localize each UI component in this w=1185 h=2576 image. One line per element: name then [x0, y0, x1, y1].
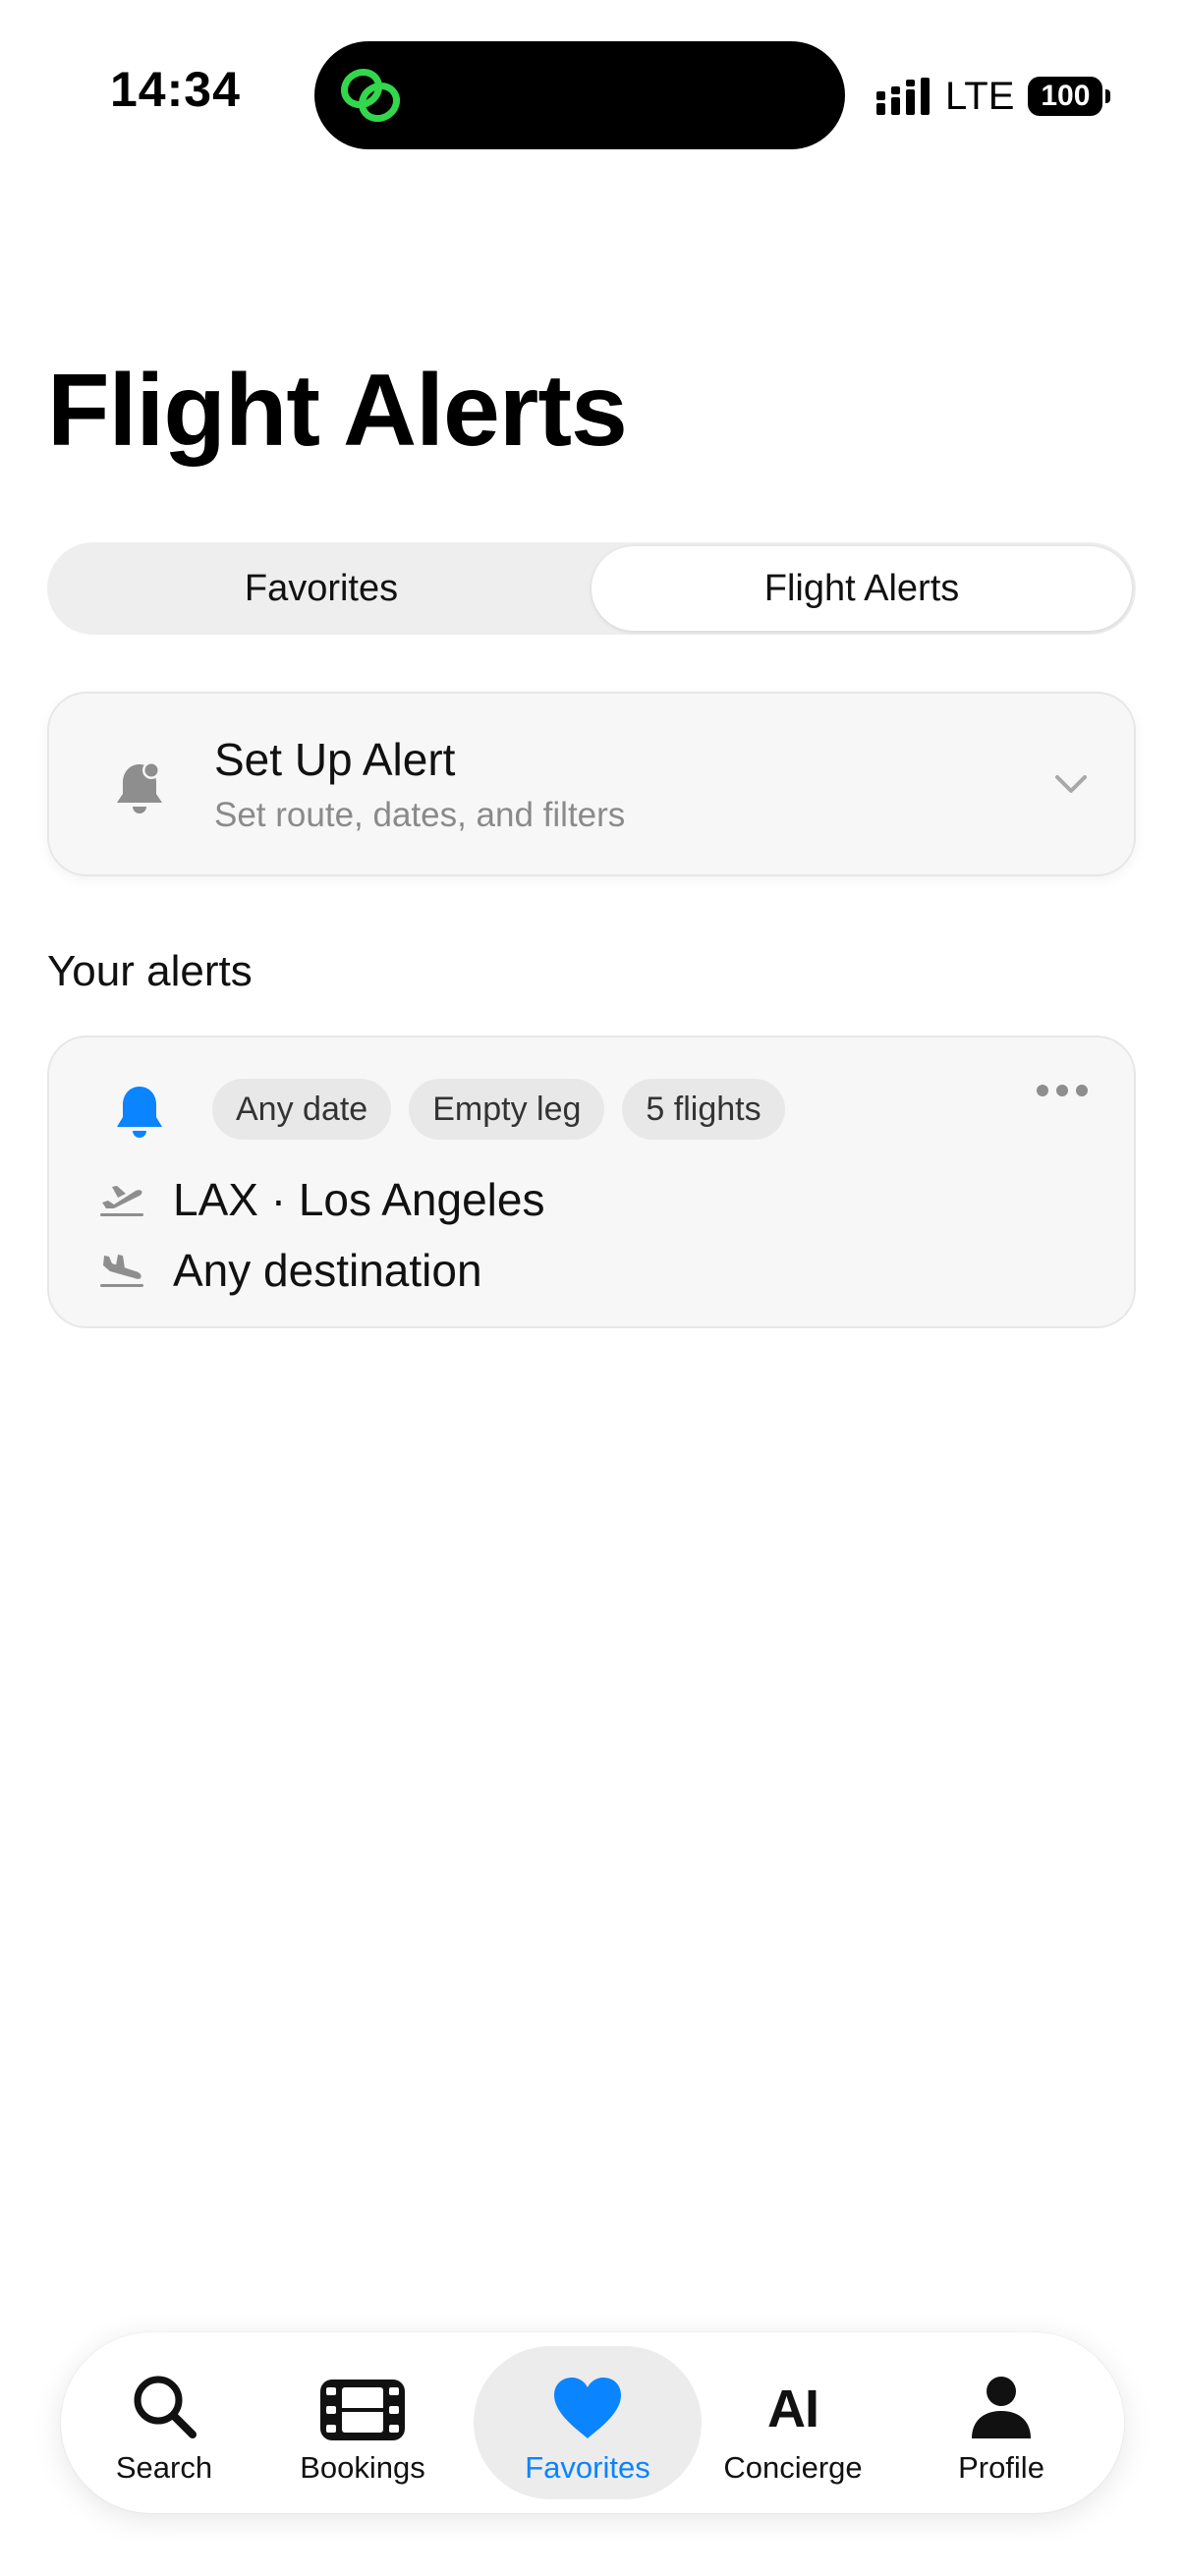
bell-icon — [117, 1087, 162, 1138]
setup-alert-subtitle: Set route, dates, and filters — [214, 796, 626, 834]
alert-card[interactable]: Any date Empty leg 5 flights LAX · Los A… — [47, 1036, 1136, 1328]
chevron-down-icon[interactable] — [1053, 772, 1089, 796]
tab-search[interactable]: Search — [81, 2346, 248, 2499]
search-icon — [134, 2376, 197, 2438]
tab-bookings-label: Bookings — [300, 2450, 425, 2485]
takeoff-icon — [100, 1186, 143, 1216]
person-icon — [972, 2377, 1031, 2438]
route-origin: LAX · Los Angeles — [98, 1173, 544, 1226]
origin-text: LAX · Los Angeles — [173, 1174, 545, 1225]
tab-bookings[interactable]: Bookings — [279, 2346, 446, 2499]
segmented-control: Favorites Flight Alerts — [47, 542, 1136, 635]
battery-icon: 100 — [1028, 77, 1111, 116]
section-title-your-alerts: Your alerts — [47, 947, 253, 995]
chip-count: 5 flights — [622, 1079, 785, 1140]
page-title: Flight Alerts — [47, 354, 628, 468]
route-destination: Any destination — [98, 1244, 482, 1297]
setup-alert-title: Set Up Alert — [214, 734, 456, 785]
tab-concierge-label: Concierge — [723, 2450, 863, 2485]
dynamic-island[interactable] — [314, 41, 845, 149]
tab-search-label: Search — [115, 2450, 213, 2485]
heart-icon — [554, 2378, 621, 2438]
tab-profile[interactable]: Profile — [918, 2346, 1085, 2499]
segment-flight-alerts[interactable]: Flight Alerts — [592, 546, 1132, 631]
bell-badge-icon — [117, 761, 162, 813]
tab-favorites[interactable]: Favorites — [474, 2346, 702, 2499]
segment-favorites[interactable]: Favorites — [51, 546, 592, 631]
tab-concierge[interactable]: AI Concierge — [709, 2346, 876, 2499]
film-icon — [320, 2380, 405, 2440]
landing-icon — [100, 1255, 143, 1287]
setup-alert-card[interactable]: Set Up Alert Set route, dates, and filte… — [47, 692, 1136, 876]
tab-favorites-label: Favorites — [525, 2450, 650, 2485]
chip-date: Any date — [212, 1079, 392, 1140]
more-options-icon[interactable] — [1036, 1083, 1089, 1098]
tab-bar: Search Bookings Favorites AI Concierge P… — [61, 2332, 1124, 2513]
status-time: 14:34 — [110, 62, 241, 117]
alert-chips: Any date Empty leg 5 flights — [212, 1079, 785, 1140]
cellular-signal-icon — [876, 78, 930, 115]
battery-level: 100 — [1041, 80, 1091, 112]
status-indicators: LTE 100 — [876, 73, 1111, 120]
tab-profile-label: Profile — [958, 2450, 1044, 2485]
destination-text: Any destination — [173, 1245, 482, 1296]
chip-type: Empty leg — [409, 1079, 605, 1140]
ai-icon: AI — [767, 2380, 819, 2438]
network-type: LTE — [945, 74, 1015, 118]
screen: 14:34 LTE 100 Flight Alerts Favorites Fl… — [0, 0, 1185, 2576]
link-rings-icon — [340, 68, 401, 123]
